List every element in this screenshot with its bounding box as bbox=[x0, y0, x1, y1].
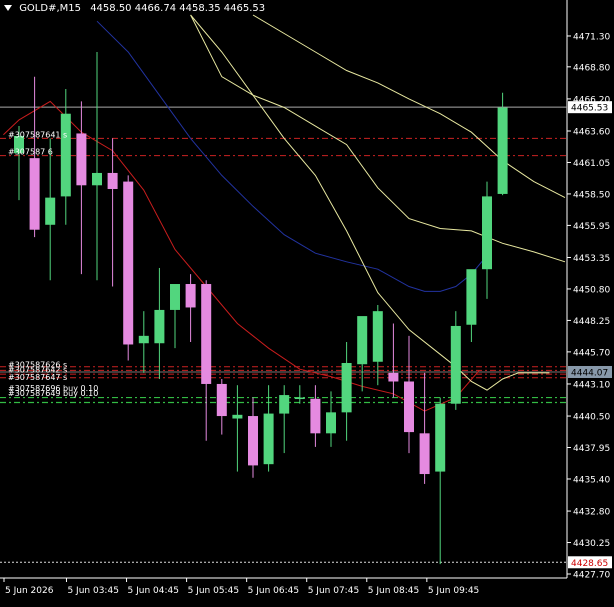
candle-body[interactable] bbox=[357, 316, 368, 365]
y-tick-label: 4445.70 bbox=[573, 348, 610, 358]
ask-price-label: 4444.07 bbox=[571, 368, 608, 378]
y-tick-label: 4432.80 bbox=[573, 508, 610, 518]
y-tick-label: 4448.25 bbox=[573, 317, 610, 327]
x-tick-label: 5 Jun 03:45 bbox=[67, 586, 118, 596]
y-tick-label: 4450.80 bbox=[573, 285, 610, 295]
candle-body[interactable] bbox=[466, 269, 477, 325]
y-tick-label: 4458.50 bbox=[573, 190, 610, 200]
x-tick-label: 5 Jun 2026 bbox=[5, 586, 54, 596]
candle-body[interactable] bbox=[232, 414, 243, 419]
candle-body[interactable] bbox=[216, 383, 227, 417]
candle-body[interactable] bbox=[294, 397, 305, 400]
y-tick-label: 4461.05 bbox=[573, 159, 610, 169]
candle-body[interactable] bbox=[154, 309, 165, 344]
candle-body[interactable] bbox=[201, 284, 212, 384]
candle-body[interactable] bbox=[107, 172, 118, 189]
order-label[interactable]: #307587649 buy 0.10 bbox=[8, 389, 98, 398]
y-tick-label: 4463.60 bbox=[573, 127, 610, 137]
x-tick-label: 5 Jun 09:45 bbox=[428, 586, 479, 596]
symbol-label: GOLD#,M15 bbox=[19, 3, 81, 14]
y-tick-label: 4468.80 bbox=[573, 63, 610, 73]
x-tick-label: 5 Jun 06:45 bbox=[248, 586, 299, 596]
moving-average-line bbox=[3, 100, 480, 412]
y-tick-label: 4443.10 bbox=[573, 380, 610, 390]
candlestick-chart[interactable]: 4471.304468.804466.204463.604461.054458.… bbox=[0, 0, 614, 603]
candle-body[interactable] bbox=[123, 181, 134, 345]
ohlc-readout: 4458.50 4466.74 4458.35 4465.53 bbox=[90, 3, 266, 14]
order-label[interactable]: #307587647 s bbox=[8, 373, 67, 382]
candle-body[interactable] bbox=[279, 395, 290, 414]
candle-body[interactable] bbox=[388, 372, 399, 382]
y-tick-label: 4440.50 bbox=[573, 413, 610, 423]
y-tick-label: 4453.35 bbox=[573, 254, 610, 264]
candle-body[interactable] bbox=[450, 325, 461, 404]
candle-body[interactable] bbox=[60, 113, 71, 197]
candle-body[interactable] bbox=[482, 196, 492, 270]
candle-body[interactable] bbox=[326, 412, 336, 434]
candle-body[interactable] bbox=[45, 197, 56, 225]
candle-body[interactable] bbox=[138, 335, 149, 344]
candle-body[interactable] bbox=[263, 413, 274, 465]
candle-body[interactable] bbox=[497, 107, 508, 194]
candle-body[interactable] bbox=[29, 158, 40, 230]
x-tick-label: 5 Jun 04:45 bbox=[128, 586, 179, 596]
candle-body[interactable] bbox=[92, 172, 102, 186]
low-price-label: 4428.65 bbox=[571, 559, 608, 569]
y-tick-label: 4435.40 bbox=[573, 475, 610, 485]
moving-average-line bbox=[96, 20, 488, 292]
candle-body[interactable] bbox=[372, 311, 383, 362]
candle-body[interactable] bbox=[404, 381, 414, 433]
y-tick-label: 4430.25 bbox=[573, 539, 610, 549]
chart-window[interactable]: 4471.30 4468.80 4466.20 4463.60 4461.05 4458.… bbox=[0, 0, 614, 603]
y-tick-label: 4427.70 bbox=[573, 571, 610, 581]
y-tick-label: 4437.95 bbox=[573, 444, 610, 454]
x-tick-label: 5 Jun 08:45 bbox=[368, 586, 419, 596]
candle-body[interactable] bbox=[185, 284, 196, 308]
order-label[interactable]: #307587 6 bbox=[8, 148, 53, 157]
candle-body[interactable] bbox=[170, 284, 180, 310]
x-tick-label: 5 Jun 05:45 bbox=[188, 586, 239, 596]
candle-body[interactable] bbox=[310, 398, 321, 434]
moving-average-line bbox=[190, 14, 550, 391]
candle-body[interactable] bbox=[341, 362, 352, 413]
order-label[interactable]: #307587641 s bbox=[8, 130, 67, 139]
candle-body[interactable] bbox=[435, 403, 446, 472]
candle-body[interactable] bbox=[419, 433, 430, 475]
dropdown-triangle-icon[interactable] bbox=[4, 5, 12, 11]
y-tick-label: 4471.30 bbox=[573, 32, 610, 42]
x-tick-label: 5 Jun 07:45 bbox=[308, 586, 359, 596]
candle-body[interactable] bbox=[248, 416, 258, 466]
candle-body[interactable] bbox=[76, 133, 87, 186]
bid-price-label: 4465.53 bbox=[571, 104, 608, 114]
moving-average-line bbox=[252, 14, 566, 199]
chart-header: GOLD#,M15 4458.50 4466.74 4458.35 4465.5… bbox=[4, 3, 265, 14]
y-tick-label: 4455.95 bbox=[573, 222, 610, 232]
